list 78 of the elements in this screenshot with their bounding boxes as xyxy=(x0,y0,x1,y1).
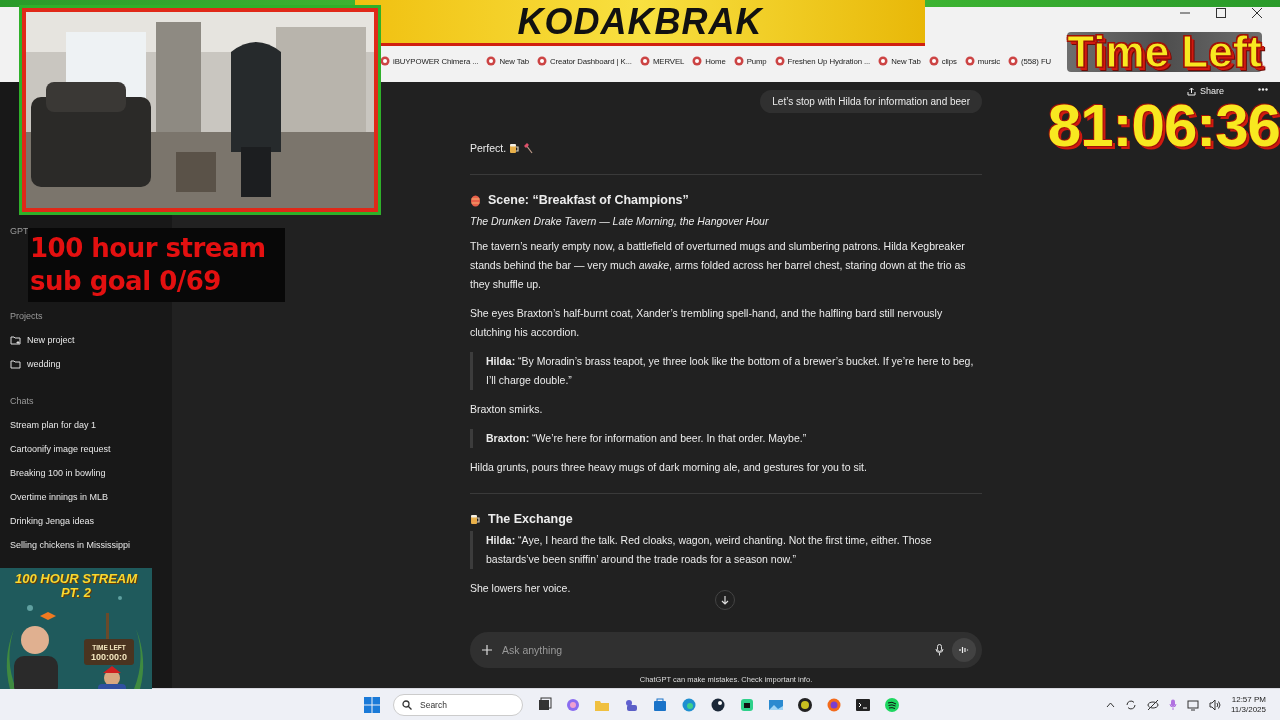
dialogue-quote: Braxton: “We’re here for information and beer. In that order. Maybe.” xyxy=(486,431,808,446)
clock[interactable]: 12:57 PM 11/3/2025 xyxy=(1231,694,1266,715)
app-icon[interactable] xyxy=(797,696,813,713)
sound-wave-icon xyxy=(959,645,969,655)
section-heading: The Exchange xyxy=(488,511,573,528)
goal-text: sub goal 0/69 xyxy=(30,265,222,298)
message-input[interactable]: Ask anything xyxy=(500,643,927,657)
poster-subtitle: PT. 2 xyxy=(59,586,93,600)
store-icon[interactable] xyxy=(652,696,668,713)
sync-icon[interactable] xyxy=(1125,698,1137,711)
message-text: Perfect. xyxy=(470,141,507,156)
browser-icon[interactable] xyxy=(681,696,697,713)
app-icon[interactable] xyxy=(710,696,726,713)
scene-subtitle: The Drunken Drake Tavern — Late Morning, the Hangover Hour xyxy=(470,214,770,229)
terminal-icon[interactable] xyxy=(855,696,871,713)
poster-title: 100 HOUR STREAM xyxy=(13,572,139,586)
voice-mode-button[interactable] xyxy=(952,638,976,662)
speaker-icon[interactable] xyxy=(1209,698,1221,711)
timer-label: Time Left xyxy=(1067,32,1262,72)
close-icon[interactable] xyxy=(1252,8,1262,18)
section-label: Projects xyxy=(10,310,43,322)
maximize-icon[interactable] xyxy=(1216,8,1226,18)
app-icon[interactable] xyxy=(739,696,755,713)
user-message: Let’s stop with Hilda for information and beer xyxy=(760,90,982,113)
page-icon xyxy=(928,56,939,66)
beer-mug-icon xyxy=(470,513,481,525)
message-composer[interactable]: Ask anything xyxy=(470,632,982,668)
chat-item[interactable]: Selling chickens in Mississippi xyxy=(10,533,131,557)
scroll-down-button[interactable] xyxy=(715,590,735,610)
page-icon xyxy=(380,56,390,66)
page-icon xyxy=(774,56,785,66)
project-item[interactable]: wedding xyxy=(10,352,75,376)
chat-item[interactable]: Stream plan for day 1 xyxy=(10,413,97,437)
windows-logo-icon[interactable] xyxy=(364,696,380,713)
goal-text: 100 hour stream xyxy=(30,232,267,265)
monitor-icon[interactable] xyxy=(1187,698,1199,711)
page-icon xyxy=(964,56,975,66)
page-icon xyxy=(692,56,703,66)
hidden-icon[interactable] xyxy=(1147,698,1159,711)
search-icon xyxy=(402,699,412,710)
page-icon xyxy=(639,56,650,66)
sign-time: 100:00:0 xyxy=(91,652,127,662)
folder-icon xyxy=(10,359,21,369)
page-icon xyxy=(536,56,547,66)
countdown-timer: 81:06:36 xyxy=(1047,101,1280,151)
more-icon[interactable] xyxy=(1258,88,1268,91)
chat-item[interactable]: Overtime innings in MLB xyxy=(10,485,109,509)
microphone-icon[interactable] xyxy=(935,644,944,656)
beer-mug-icon xyxy=(509,143,521,154)
dialogue-quote: Hilda: “Aye, I heard the talk. Red cloaks, wagon, weird chanting. Not the first time, either. Those bastards’ve been sniffin’ around the trade roads for a season now.” xyxy=(486,533,933,567)
share-icon xyxy=(1186,86,1196,96)
taskbar-search[interactable]: Search xyxy=(393,693,523,716)
channel-name: KODAKBRAK xyxy=(517,0,763,43)
browser-icon[interactable] xyxy=(826,696,842,713)
chat-item[interactable]: Cartoonify image request xyxy=(10,437,111,461)
arrow-down-icon xyxy=(720,595,730,605)
message-paragraph: She lowers her voice. xyxy=(470,581,572,596)
message-paragraph: Braxton smirks. xyxy=(470,402,544,417)
page-icon xyxy=(1008,56,1019,66)
dialogue-quote: Hilda: “By Moradin’s brass teapot, ye three look like the bottom of a brewer’s bucket. If ye’re here to beg, I’ll charge double.” xyxy=(486,354,975,388)
message-paragraph: Hilda grunts, pours three heavy mugs of dark morning ale, and gestures for you to sit. xyxy=(470,460,868,475)
project-item[interactable]: New project xyxy=(10,328,75,352)
plus-icon[interactable] xyxy=(482,645,492,655)
page-icon xyxy=(878,56,889,66)
chat-item[interactable]: Drinking Jenga ideas xyxy=(10,509,95,533)
section-heading: Scene: “Breakfast of Champions” xyxy=(488,192,689,209)
new-folder-icon xyxy=(10,335,21,345)
chevron-up-icon[interactable] xyxy=(1106,701,1115,708)
message-paragraph: The tavern’s nearly empty now, a battlefield of overturned mugs and slumbering patrons. Hilda Kegbreaker stands behind the bar — very much awake, arms folded across her barrel chest, staring down at the trio as they shuffle up. xyxy=(470,239,967,292)
page-icon xyxy=(733,56,744,66)
chat-item[interactable]: Breaking 100 in bowling xyxy=(10,461,106,485)
task-view-icon[interactable] xyxy=(536,696,552,713)
share-button[interactable]: Share xyxy=(1182,84,1228,98)
page-icon xyxy=(486,56,497,66)
app-icon[interactable] xyxy=(884,696,900,713)
message-paragraph: She eyes Braxton’s half-burnt coat, Xander’s trembling spell-hand, and the halfling bard still nervously clutching his accordion. xyxy=(470,306,944,340)
section-label: GPT xyxy=(10,225,29,237)
section-label: Chats xyxy=(10,395,34,407)
